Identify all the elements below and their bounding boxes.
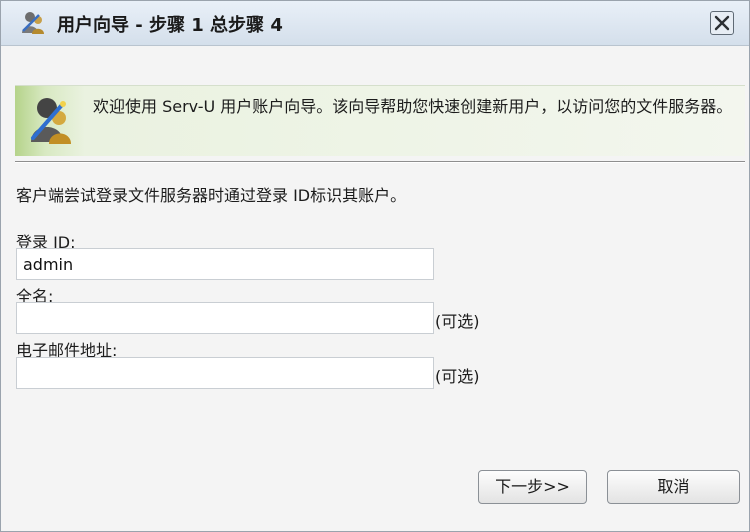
full-name-input[interactable]: [16, 302, 434, 334]
users-wizard-icon: [22, 12, 44, 34]
window-title: 用户向导 - 步骤 1 总步骤 4: [57, 15, 283, 36]
email-input[interactable]: [16, 357, 434, 389]
welcome-banner: 欢迎使用 Serv-U 用户账户向导。该向导帮助您快速创建新用户，以访问您的文件…: [15, 85, 745, 156]
cancel-button[interactable]: 取消: [607, 470, 740, 504]
login-id-input[interactable]: [16, 248, 434, 280]
title-bar[interactable]: 用户向导 - 步骤 1 总步骤 4: [1, 1, 749, 46]
email-optional-note: (可选): [435, 367, 480, 386]
close-x-icon: [714, 15, 730, 31]
next-button[interactable]: 下一步>>: [478, 470, 587, 504]
divider: [15, 161, 745, 163]
close-button[interactable]: [710, 11, 734, 35]
user-wizard-dialog: 用户向导 - 步骤 1 总步骤 4 欢迎使用 Serv-U 用户账户向导。该向导…: [0, 0, 750, 532]
user-wizard-icon: [31, 98, 71, 144]
intro-text: 客户端尝试登录文件服务器时通过登录 ID标识其账户。: [16, 186, 407, 205]
banner-text: 欢迎使用 Serv-U 用户账户向导。该向导帮助您快速创建新用户，以访问您的文件…: [93, 97, 733, 116]
full-name-optional-note: (可选): [435, 312, 480, 331]
